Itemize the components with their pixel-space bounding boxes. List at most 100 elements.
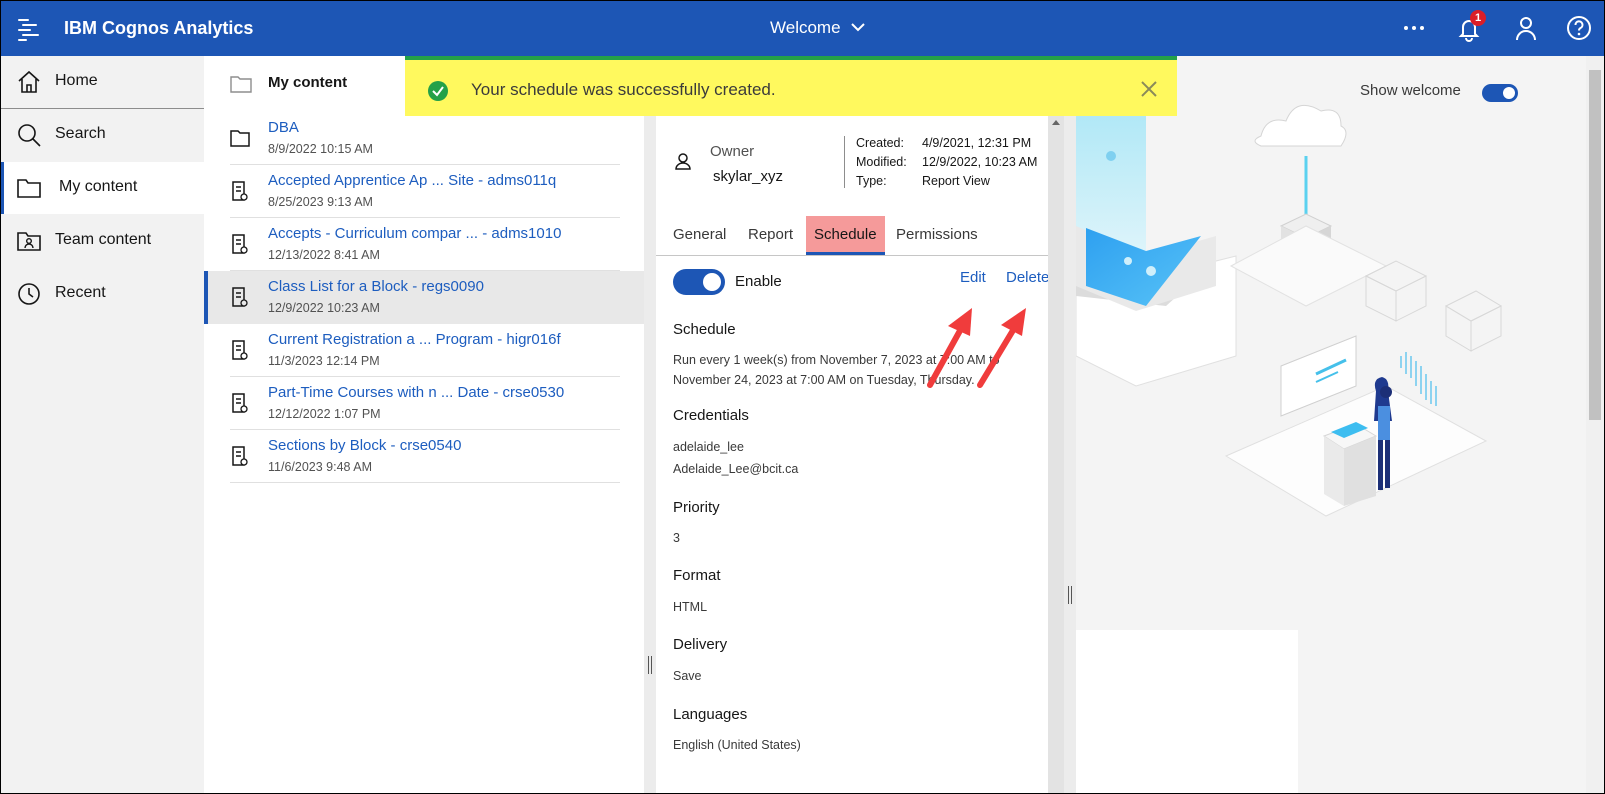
tab-general[interactable]: General (673, 216, 726, 255)
owner-value: skylar_xyz (713, 168, 784, 185)
enable-label: Enable (735, 273, 782, 290)
item-date: 8/9/2022 10:15 AM (268, 142, 373, 156)
item-name-link[interactable]: Current Registration a ... Program - hig… (268, 331, 561, 348)
credentials-heading: Credentials (673, 407, 749, 424)
nav-item-label: Home (55, 72, 98, 89)
success-check-icon (428, 81, 448, 101)
item-date: 12/9/2022 10:23 AM (268, 301, 380, 315)
item-name-link[interactable]: Accepted Apprentice Ap ... Site - adms01… (268, 172, 556, 189)
clock-icon (18, 283, 40, 305)
item-name-link[interactable]: DBA (268, 119, 299, 136)
more-options-icon[interactable] (1400, 14, 1428, 42)
item-date: 12/13/2022 8:41 AM (268, 248, 380, 262)
help-icon[interactable] (1565, 14, 1593, 42)
delivery-value: Save (673, 669, 702, 683)
delete-link[interactable]: Delete (1006, 269, 1049, 286)
type-label: Type: (856, 174, 887, 188)
blank-panel (1076, 630, 1298, 794)
item-date: 8/25/2023 9:13 AM (268, 195, 373, 209)
item-name-link[interactable]: Sections by Block - crse0540 (268, 437, 461, 454)
toast-message: Your schedule was successfully created. (471, 80, 776, 99)
success-toast: Your schedule was successfully created. (405, 56, 1177, 116)
folder-icon (230, 130, 250, 147)
content-list-panel: My content DBA 8/9/2022 10:15 AM Accepte… (204, 56, 644, 794)
modified-value: 12/9/2022, 10:23 AM (922, 155, 1038, 169)
modified-label: Modified: (856, 155, 907, 169)
folder-icon (230, 76, 252, 93)
credentials-email: Adelaide_Lee@bcit.ca (673, 462, 799, 476)
chevron-down-icon[interactable] (850, 19, 866, 35)
home-icon (18, 70, 40, 93)
search-icon (18, 124, 41, 147)
nav-item-search[interactable]: Search (0, 109, 204, 161)
nav-item-label: Recent (55, 284, 106, 301)
menu-icon[interactable] (16, 16, 42, 42)
nav-item-home[interactable]: Home (0, 56, 204, 109)
panel-resize-handle[interactable] (644, 56, 656, 794)
format-heading: Format (673, 567, 721, 584)
report-view-icon (232, 340, 248, 360)
item-name-link[interactable]: Part-Time Courses with n ... Date - crse… (268, 384, 564, 401)
welcome-dropdown-label[interactable]: Welcome (770, 18, 841, 38)
item-date: 12/12/2022 1:07 PM (268, 407, 381, 421)
user-icon (675, 153, 691, 170)
created-label: Created: (856, 136, 904, 150)
nav-item-my-content[interactable]: My content (0, 162, 204, 214)
tab-permissions[interactable]: Permissions (896, 216, 978, 255)
show-welcome-label: Show welcome (1360, 82, 1461, 99)
folder-icon (17, 179, 41, 198)
left-navigation: Home Search My content Team content Rece… (0, 56, 204, 794)
priority-value: 3 (673, 531, 680, 545)
item-name-link[interactable]: Class List for a Block - regs0090 (268, 278, 484, 295)
enable-toggle[interactable] (673, 269, 725, 295)
panel-resize-handle[interactable] (1064, 56, 1076, 794)
nav-item-recent[interactable]: Recent (0, 268, 204, 320)
schedule-description: Run every 1 week(s) from November 7, 202… (673, 353, 1000, 387)
list-item[interactable]: Accepted Apprentice Ap ... Site - adms01… (204, 165, 644, 218)
owner-label: Owner (710, 143, 755, 160)
item-date: 11/3/2023 12:14 PM (268, 354, 380, 368)
properties-scrollbar[interactable] (1048, 112, 1064, 794)
created-value: 4/9/2021, 12:31 PM (922, 136, 1032, 150)
show-welcome-toggle[interactable] (1482, 84, 1518, 102)
properties-tabs: General Report Schedule Permissions (656, 216, 1076, 256)
priority-heading: Priority (673, 499, 720, 516)
list-item[interactable]: DBA 8/9/2022 10:15 AM (204, 112, 644, 165)
user-profile-icon[interactable] (1512, 14, 1540, 42)
scrollbar-thumb[interactable] (1589, 70, 1601, 420)
languages-heading: Languages (673, 706, 748, 723)
divider (844, 136, 845, 188)
tab-schedule[interactable]: Schedule (806, 216, 885, 255)
list-item[interactable]: Accepts - Curriculum compar ... - adms10… (204, 218, 644, 271)
list-item[interactable]: Part-Time Courses with n ... Date - crse… (204, 377, 644, 430)
app-title: IBM Cognos Analytics (64, 18, 254, 38)
languages-value: English (United States) (673, 738, 801, 752)
report-view-icon (232, 446, 248, 466)
schedule-heading: Schedule (673, 321, 736, 338)
report-view-icon (232, 287, 248, 307)
credentials-user: adelaide_lee (673, 440, 744, 454)
item-name-link[interactable]: Accepts - Curriculum compar ... - adms10… (268, 225, 561, 242)
notification-badge: 1 (1470, 10, 1486, 26)
report-view-icon (232, 393, 248, 413)
close-icon[interactable] (1138, 78, 1160, 100)
scroll-up-arrow-icon[interactable] (1052, 120, 1060, 125)
list-item[interactable]: Current Registration a ... Program - hig… (204, 324, 644, 377)
nav-item-label: Search (55, 125, 106, 142)
nav-item-team-content[interactable]: Team content (0, 215, 204, 267)
format-value: HTML (673, 600, 708, 614)
tab-report[interactable]: Report (748, 216, 793, 255)
properties-panel: Owner skylar_xyz Created: 4/9/2021, 12:3… (656, 56, 1076, 794)
nav-item-label: My content (59, 178, 138, 195)
edit-link[interactable]: Edit (960, 269, 986, 286)
delivery-heading: Delivery (673, 636, 728, 653)
content-title: My content (268, 74, 348, 91)
top-bar: IBM Cognos Analytics Welcome 1 (0, 0, 1605, 56)
report-view-icon (232, 234, 248, 254)
type-value: Report View (922, 174, 990, 188)
report-view-icon (232, 181, 248, 201)
list-item[interactable]: Sections by Block - crse0540 11/6/2023 9… (204, 430, 644, 483)
item-date: 11/6/2023 9:48 AM (268, 460, 373, 474)
nav-item-label: Team content (55, 231, 152, 248)
list-item-selected[interactable]: Class List for a Block - regs0090 12/9/2… (204, 271, 644, 324)
